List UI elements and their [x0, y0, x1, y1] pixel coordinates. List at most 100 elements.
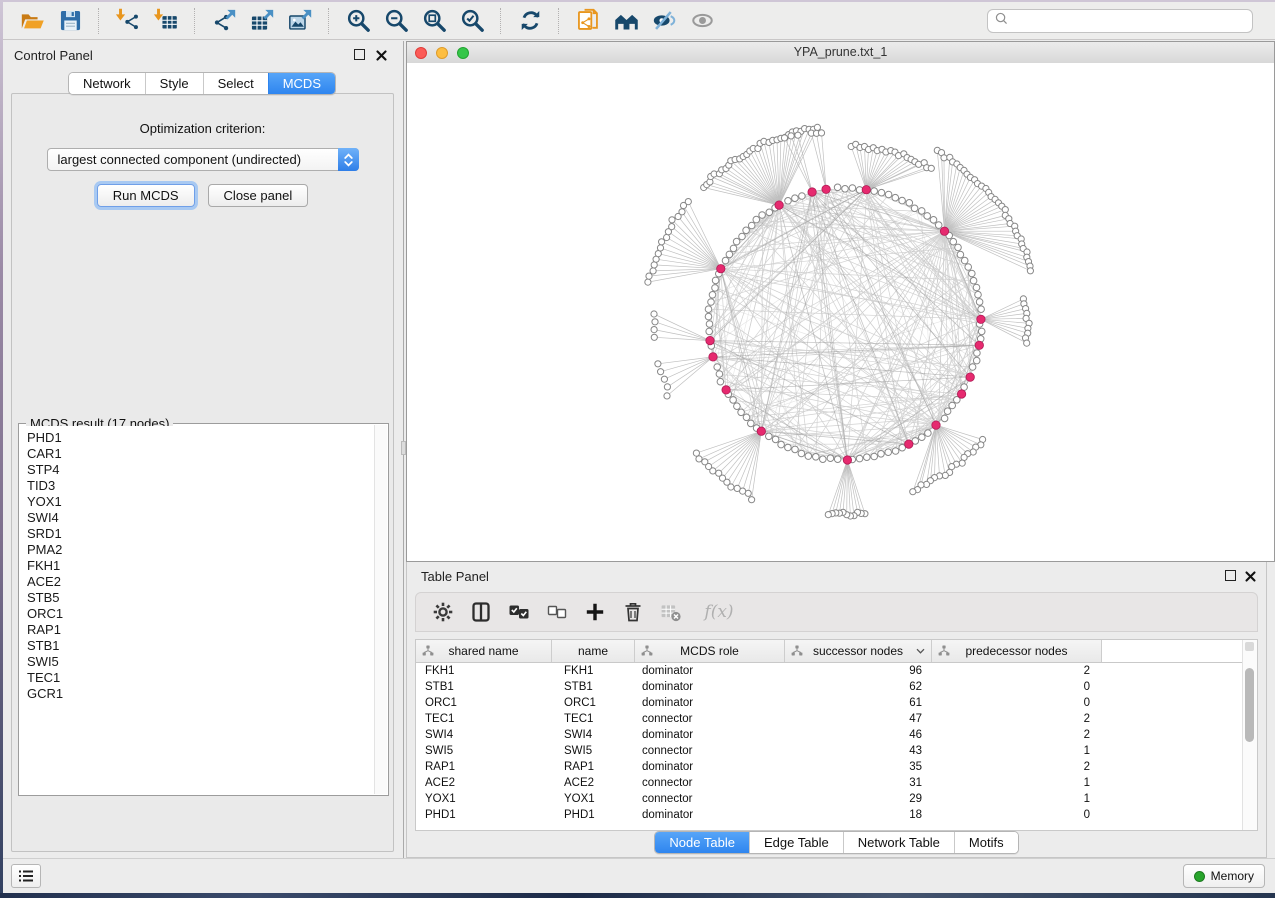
cell-successor-nodes[interactable]: 47 — [785, 711, 932, 727]
cell-predecessor-nodes[interactable]: 1 — [932, 743, 1102, 759]
result-node-item[interactable]: CAR1 — [27, 446, 374, 462]
cell-predecessor-nodes[interactable]: 1 — [932, 775, 1102, 791]
zoom-in-button[interactable] — [342, 5, 374, 37]
delete-column-button[interactable] — [618, 597, 648, 627]
cell-name[interactable]: STB1 — [552, 679, 635, 695]
network-from-selection-button[interactable] — [572, 5, 604, 37]
cell-predecessor-nodes[interactable]: 0 — [932, 807, 1102, 823]
cell-predecessor-nodes[interactable]: 0 — [932, 679, 1102, 695]
open-session-button[interactable] — [16, 5, 48, 37]
network-window-titlebar[interactable]: YPA_prune.txt_1 — [407, 42, 1274, 64]
close-table-panel-icon[interactable] — [1245, 569, 1256, 587]
cell-successor-nodes[interactable]: 31 — [785, 775, 932, 791]
result-node-item[interactable]: RAP1 — [27, 622, 374, 638]
result-node-item[interactable]: STB5 — [27, 590, 374, 606]
result-node-item[interactable]: STP4 — [27, 462, 374, 478]
export-table-button[interactable] — [246, 5, 278, 37]
cell-MCDS-role[interactable]: dominator — [635, 759, 785, 775]
table-row[interactable]: YOX1YOX1connector291 — [416, 791, 1243, 807]
table-row[interactable]: SWI5SWI5connector431 — [416, 743, 1243, 759]
add-column-button[interactable] — [580, 597, 610, 627]
table-tab-node-table[interactable]: Node Table — [655, 832, 749, 853]
cell-MCDS-role[interactable]: connector — [635, 743, 785, 759]
table-row[interactable]: PHD1PHD1dominator180 — [416, 807, 1243, 823]
cell-MCDS-role[interactable]: connector — [635, 775, 785, 791]
table-tab-network-table[interactable]: Network Table — [843, 832, 954, 853]
zoom-fit-button[interactable] — [418, 5, 450, 37]
cell-MCDS-role[interactable]: dominator — [635, 663, 785, 679]
cell-successor-nodes[interactable]: 29 — [785, 791, 932, 807]
cell-name[interactable]: ORC1 — [552, 695, 635, 711]
zoom-out-button[interactable] — [380, 5, 412, 37]
import-network-button[interactable] — [112, 5, 144, 37]
cell-MCDS-role[interactable]: dominator — [635, 695, 785, 711]
result-node-item[interactable]: ORC1 — [27, 606, 374, 622]
result-node-item[interactable]: SRD1 — [27, 526, 374, 542]
result-node-item[interactable]: PHD1 — [27, 430, 374, 446]
export-image-button[interactable] — [284, 5, 316, 37]
cell-predecessor-nodes[interactable]: 2 — [932, 663, 1102, 679]
run-mcds-button[interactable]: Run MCDS — [97, 184, 195, 207]
tab-style[interactable]: Style — [145, 73, 203, 94]
column-settings-button[interactable] — [428, 597, 458, 627]
column-header-predecessor-nodes[interactable]: predecessor nodes — [932, 640, 1102, 662]
result-node-item[interactable]: YOX1 — [27, 494, 374, 510]
result-node-item[interactable]: TID3 — [27, 478, 374, 494]
result-node-item[interactable]: STB1 — [27, 638, 374, 654]
cell-shared-name[interactable]: FKH1 — [416, 663, 552, 679]
cell-name[interactable]: SWI4 — [552, 727, 635, 743]
result-node-item[interactable]: PMA2 — [27, 542, 374, 558]
float-panel-icon[interactable] — [354, 49, 365, 60]
table-row[interactable]: TEC1TEC1connector472 — [416, 711, 1243, 727]
cell-shared-name[interactable]: STB1 — [416, 679, 552, 695]
tab-mcds[interactable]: MCDS — [268, 73, 335, 94]
cell-successor-nodes[interactable]: 62 — [785, 679, 932, 695]
search-input[interactable] — [1009, 11, 1252, 31]
float-table-panel-icon[interactable] — [1225, 570, 1236, 581]
result-node-item[interactable]: TEC1 — [27, 670, 374, 686]
cell-predecessor-nodes[interactable]: 2 — [932, 759, 1102, 775]
table-row[interactable]: ORC1ORC1dominator610 — [416, 695, 1243, 711]
cell-predecessor-nodes[interactable]: 1 — [932, 791, 1102, 807]
cell-successor-nodes[interactable]: 43 — [785, 743, 932, 759]
result-node-item[interactable]: ACE2 — [27, 574, 374, 590]
table-row[interactable]: FKH1FKH1dominator962 — [416, 663, 1243, 679]
hide-selected-button[interactable] — [648, 5, 680, 37]
cell-name[interactable]: ACE2 — [552, 775, 635, 791]
cell-successor-nodes[interactable]: 96 — [785, 663, 932, 679]
cell-name[interactable]: PHD1 — [552, 807, 635, 823]
column-header-successor-nodes[interactable]: successor nodes — [785, 640, 932, 662]
table-row[interactable]: SWI4SWI4dominator462 — [416, 727, 1243, 743]
cell-MCDS-role[interactable]: dominator — [635, 679, 785, 695]
cell-MCDS-role[interactable]: dominator — [635, 727, 785, 743]
result-node-item[interactable]: SWI4 — [27, 510, 374, 526]
deselect-all-rows-button[interactable] — [542, 597, 572, 627]
tab-select[interactable]: Select — [203, 73, 268, 94]
zoom-selected-button[interactable] — [456, 5, 488, 37]
cell-shared-name[interactable]: TEC1 — [416, 711, 552, 727]
save-session-button[interactable] — [54, 5, 86, 37]
cell-MCDS-role[interactable]: connector — [635, 791, 785, 807]
scrollbar-thumb[interactable] — [1245, 668, 1254, 742]
show-all-button[interactable] — [686, 5, 718, 37]
cell-predecessor-nodes[interactable]: 2 — [932, 727, 1102, 743]
cell-MCDS-role[interactable]: dominator — [635, 807, 785, 823]
cell-MCDS-role[interactable]: connector — [635, 711, 785, 727]
cell-successor-nodes[interactable]: 35 — [785, 759, 932, 775]
cell-predecessor-nodes[interactable]: 0 — [932, 695, 1102, 711]
close-panel-button[interactable]: Close panel — [208, 184, 309, 207]
cell-shared-name[interactable]: ORC1 — [416, 695, 552, 711]
column-header-name[interactable]: name — [552, 640, 635, 662]
cell-name[interactable]: RAP1 — [552, 759, 635, 775]
cell-shared-name[interactable]: RAP1 — [416, 759, 552, 775]
show-columns-button[interactable] — [466, 597, 496, 627]
network-graph[interactable] — [407, 63, 1274, 560]
criterion-select[interactable]: largest connected component (undirected) — [47, 148, 359, 171]
close-panel-icon[interactable] — [376, 48, 387, 66]
result-node-item[interactable]: FKH1 — [27, 558, 374, 574]
column-header-shared-name[interactable]: shared name — [416, 640, 552, 662]
table-row[interactable]: STB1STB1dominator620 — [416, 679, 1243, 695]
apply-layout-button[interactable] — [514, 5, 546, 37]
search-box[interactable] — [987, 9, 1253, 33]
select-all-rows-button[interactable] — [504, 597, 534, 627]
